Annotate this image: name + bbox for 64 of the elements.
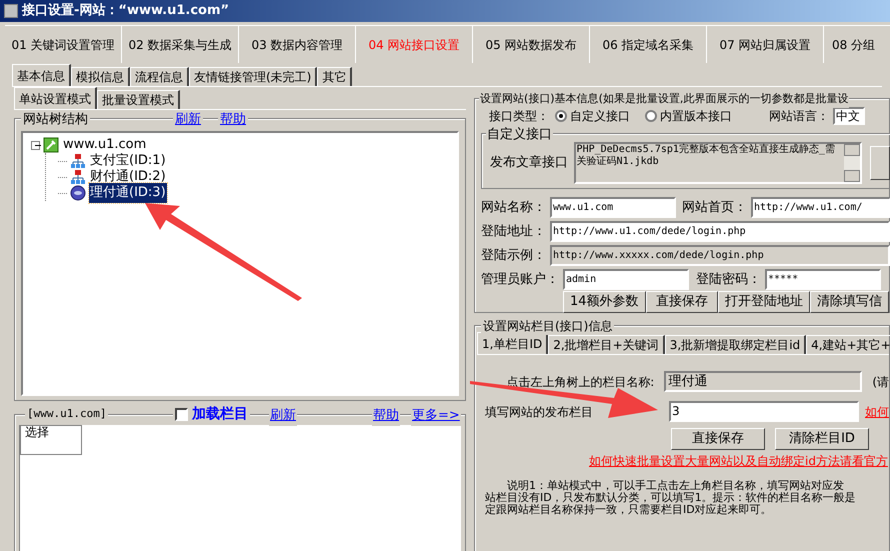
field-label: 登陆示例： [481, 246, 546, 265]
text-field[interactable]: ***** [765, 269, 881, 290]
field-label: 网站首页： [682, 198, 747, 217]
text-field[interactable]: http://www.u1.com/dede/login.php [550, 221, 890, 242]
button[interactable]: 14额外参数 [563, 291, 646, 313]
tab[interactable]: 友情链接管理(未完工) [189, 67, 318, 86]
column-header[interactable]: 选择 [20, 425, 82, 455]
side-button[interactable] [870, 146, 890, 180]
link[interactable]: 更多=> [411, 406, 461, 426]
main-tab[interactable]: 02 数据采集与生成 [122, 26, 239, 63]
radio-label[interactable]: 自定义接口 [570, 107, 630, 125]
field-label: 登陆密码： [695, 270, 761, 289]
text-field[interactable]: admin [563, 269, 689, 290]
text-field[interactable]: 3 [669, 401, 859, 422]
button[interactable]: 清除填写信 [810, 291, 889, 313]
field-label: 接口类型： [489, 108, 550, 125]
button[interactable]: 直接保存 [671, 428, 765, 450]
tab[interactable]: 4,建站+其它+ [806, 335, 890, 354]
button[interactable]: 直接保存 [646, 291, 718, 313]
radio-label[interactable]: 内置版本接口 [660, 107, 732, 125]
link[interactable]: 帮助 [372, 406, 400, 426]
sitemap-icon [70, 153, 86, 169]
main-tab[interactable]: 08 分组 [824, 26, 890, 63]
field-label: 网站语言： [769, 108, 829, 125]
window-title: 接口设置-网站：“www.u1.com” [22, 2, 230, 20]
scroll-bar[interactable] [844, 144, 860, 182]
window-icon [4, 4, 18, 18]
group-title: 设置网站(接口)基本信息(如果是批量设置,此界面展示的一切参数都是批量设 [479, 91, 850, 108]
tab[interactable]: 批量设置模式 [97, 90, 180, 109]
main-tab[interactable]: 05 网站数据发布 [473, 26, 590, 63]
field-label: 管理员账户： [481, 270, 559, 289]
tree-item[interactable]: 理付通(ID:3) [89, 183, 167, 203]
tab[interactable]: 基本信息 [12, 64, 71, 86]
button[interactable]: 清除栏目ID [775, 428, 869, 450]
tab[interactable]: 2,批增栏目+关键词 [548, 335, 665, 354]
radio-button[interactable] [645, 110, 657, 122]
tab[interactable]: 3,批新增提取绑定栏目id [664, 335, 806, 354]
field-label: 发布文章接口 [490, 154, 569, 172]
description-text: 说明1：单站模式中，可以手工点击左上角栏目名称，填写网站对应发 站栏目没有ID，只发布默认分类，可以填写1。提示：软件的栏目名称一般是 定跟网站栏目名称保持一致，只需要栏目ID对应起来即可。 [485, 480, 857, 516]
main-tab[interactable]: 07 网站归属设置 [707, 26, 824, 63]
radio-button[interactable] [555, 110, 567, 122]
link[interactable]: 刷新 [269, 406, 297, 426]
text-field[interactable]: 理付通 [664, 371, 862, 392]
group-title: 设置网站栏目(接口)信息 [481, 317, 614, 335]
button[interactable]: 打开登陆地址 [718, 291, 810, 313]
site-icon [43, 137, 59, 153]
main-tab[interactable]: 03 数据内容管理 [239, 26, 356, 63]
note-text: (请 [872, 374, 889, 390]
field-label: 网站名称： [481, 198, 546, 217]
checkbox[interactable] [175, 408, 188, 421]
sitemap-icon [70, 169, 86, 185]
field-label: 登陆地址： [481, 222, 546, 241]
tab[interactable]: 流程信息 [130, 67, 189, 86]
tab[interactable]: 其它 [317, 67, 352, 86]
main-tab[interactable]: 01 关键词设置管理 [5, 26, 122, 63]
field-label: 填写网站的发布栏目 [485, 404, 593, 418]
collapse-icon[interactable] [31, 140, 40, 150]
globe-icon [70, 185, 86, 201]
language-select[interactable]: 中文 [833, 107, 865, 125]
tab[interactable]: 单站设置模式 [14, 87, 97, 109]
text-area[interactable]: PHP_DeDecms5.7sp1完整版本包含全站直接生成静态_需关验证码N1.jkdb [574, 142, 862, 184]
main-tab[interactable]: 06 指定域名采集 [590, 26, 707, 63]
text-field[interactable]: www.u1.com [550, 197, 676, 218]
text-field[interactable]: http://www.u1.com/ [751, 197, 890, 218]
